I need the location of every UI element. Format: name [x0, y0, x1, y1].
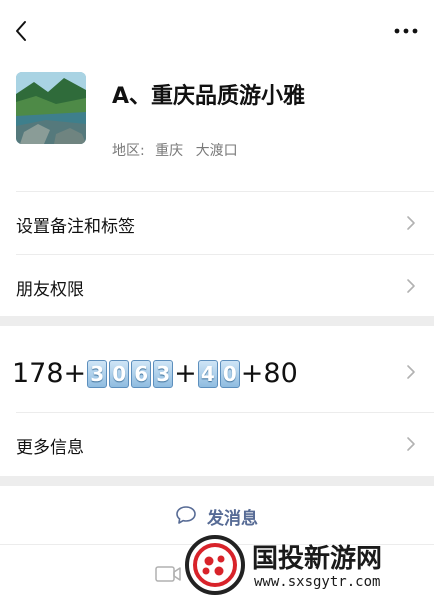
ellipsis-icon — [394, 28, 418, 34]
chevron-left-icon — [16, 21, 26, 41]
chevron-right-icon — [407, 437, 415, 451]
more-options-button[interactable] — [390, 18, 422, 44]
phone-digit: 4 — [197, 360, 218, 388]
phone-number: 178+ 3 0 6 3 + 4 0 +80 — [12, 358, 298, 390]
phone-number-row[interactable]: 178+ 3 0 6 3 + 4 0 +80 — [0, 326, 434, 418]
chevron-right-icon — [407, 216, 415, 230]
watermark-url: www.sxsgytr.com — [254, 574, 381, 590]
send-message-label: 发消息 — [207, 509, 258, 529]
more-info-label: 更多信息 — [16, 438, 84, 458]
region-info: 地区: 重庆 大渡口 — [112, 140, 238, 160]
section-separator — [0, 316, 434, 326]
watermark-site-name: 国投新游网 — [252, 544, 383, 574]
site-watermark: 国投新游网 www.sxsgytr.com — [178, 530, 434, 600]
remark-and-tags-row[interactable]: 设置备注和标签 — [0, 192, 434, 254]
contact-profile-page: A、重庆品质游小雅 地区: 重庆 大渡口 设置备注和标签 朋友权限 178+ 3… — [0, 0, 434, 600]
region-district: 大渡口 — [195, 143, 238, 159]
friend-permissions-row[interactable]: 朋友权限 — [0, 255, 434, 317]
chevron-right-icon — [407, 279, 415, 293]
section-separator — [0, 476, 434, 486]
contact-name: A、重庆品质游小雅 — [112, 84, 306, 109]
top-bar — [0, 0, 434, 60]
phone-digit: 0 — [219, 360, 240, 388]
avatar-landscape-image — [16, 72, 86, 144]
region-city: 重庆 — [155, 143, 184, 159]
game-controller-logo-icon — [185, 535, 245, 595]
chevron-right-icon — [407, 365, 415, 379]
phone-prefix: 178+ — [12, 358, 87, 389]
phone-digit: 6 — [131, 360, 152, 388]
phone-suffix: +80 — [240, 358, 298, 389]
region-label: 地区: — [112, 143, 145, 159]
phone-separator: + — [174, 358, 197, 389]
remark-and-tags-label: 设置备注和标签 — [16, 217, 135, 237]
chat-bubble-icon — [176, 506, 196, 524]
phone-digit: 0 — [109, 360, 130, 388]
back-button[interactable] — [10, 18, 34, 44]
avatar[interactable] — [16, 72, 86, 144]
phone-digit: 3 — [153, 360, 174, 388]
more-info-row[interactable]: 更多信息 — [0, 413, 434, 475]
phone-digit: 3 — [87, 360, 108, 388]
friend-permissions-label: 朋友权限 — [16, 280, 84, 300]
